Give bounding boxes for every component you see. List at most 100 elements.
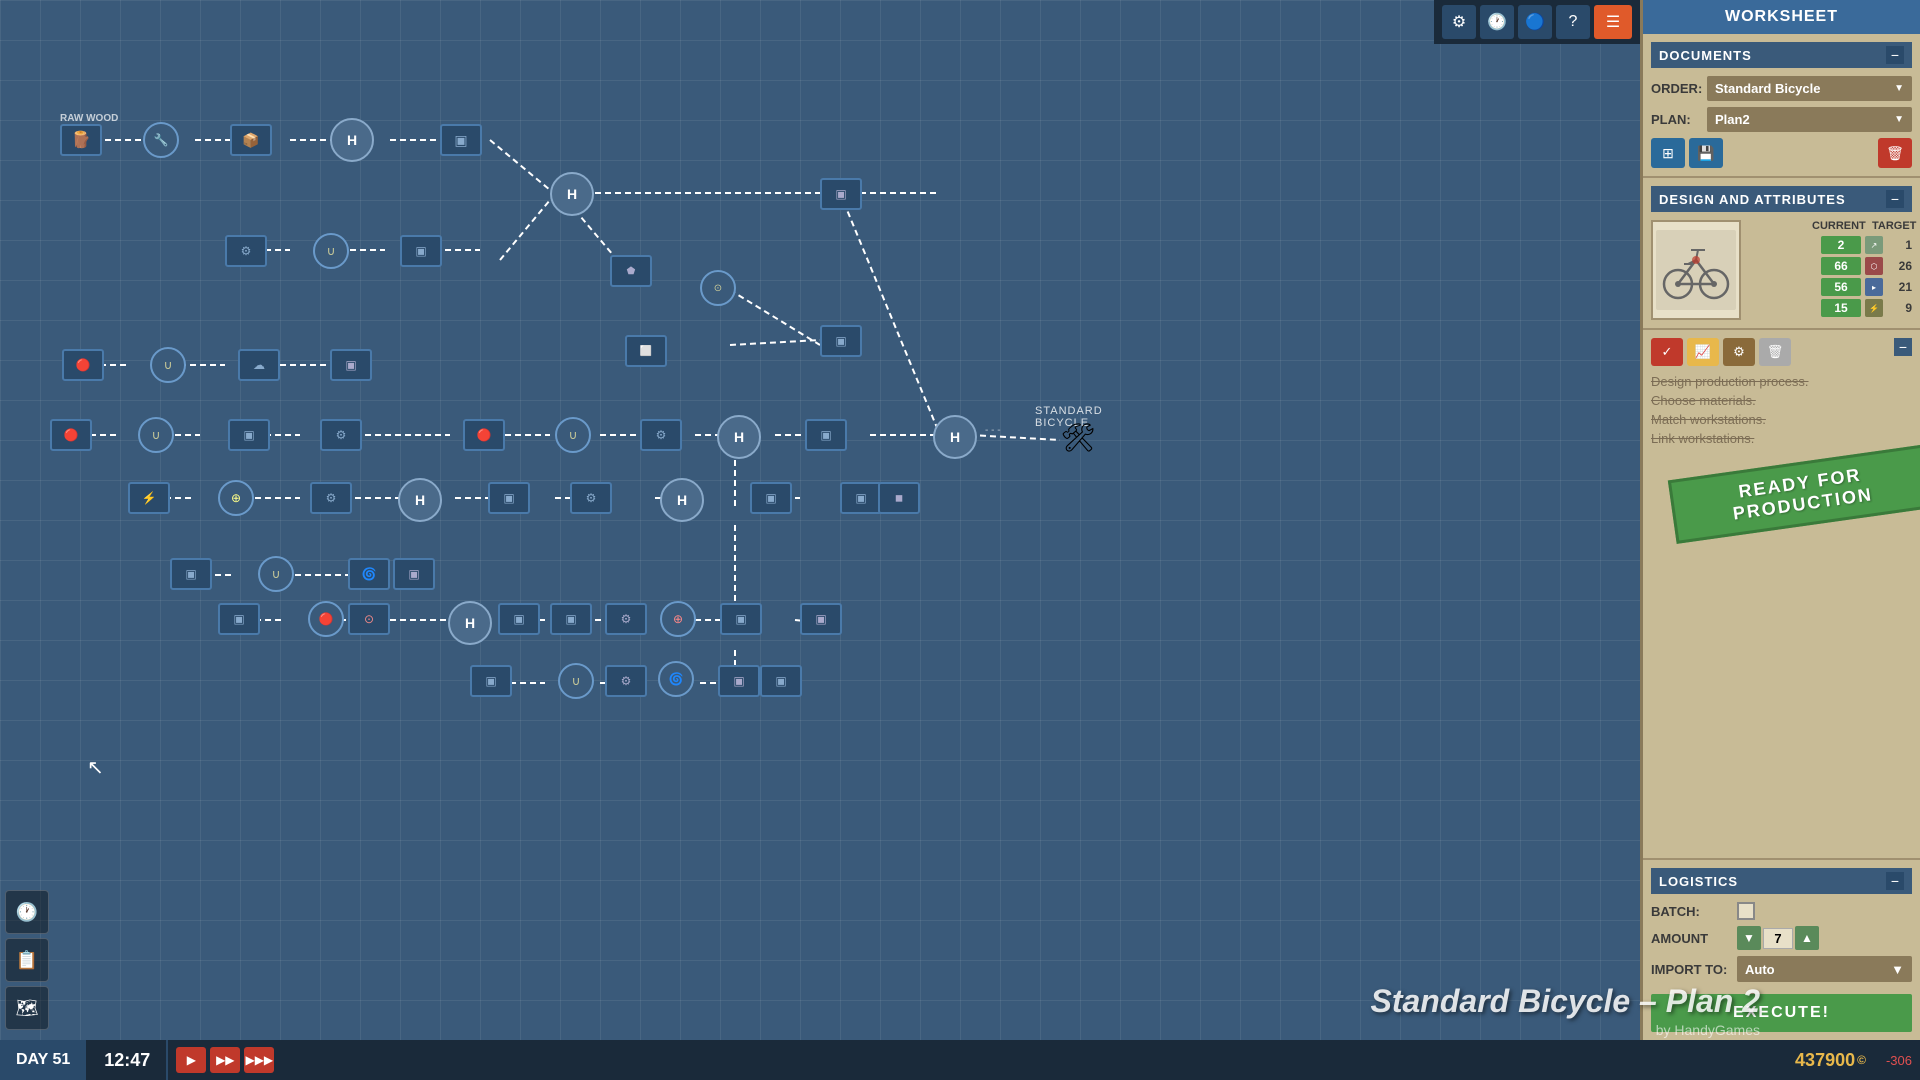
- node-r3-3[interactable]: ☁: [238, 349, 280, 381]
- node-r8-4[interactable]: 🌀: [658, 661, 694, 697]
- node-r5-2[interactable]: ⊕: [218, 480, 254, 516]
- node-r6-3[interactable]: 🌀: [348, 558, 390, 590]
- stat-current-1: 2: [1821, 236, 1861, 254]
- hub-r5-1[interactable]: H: [398, 478, 442, 522]
- amount-increase-btn[interactable]: ▲: [1795, 926, 1819, 950]
- clipboard-icon-btn[interactable]: 📋: [5, 938, 49, 982]
- amount-value: 7: [1763, 928, 1793, 949]
- play-btn[interactable]: ▶: [176, 1047, 206, 1073]
- node-r7-8[interactable]: ▣: [720, 603, 762, 635]
- clock-btn[interactable]: 🕐: [1480, 5, 1514, 39]
- clock-icon-btn[interactable]: 🕐: [5, 890, 49, 934]
- node-r4-3[interactable]: ▣: [228, 419, 270, 451]
- task-tab-settings[interactable]: ⚙: [1723, 338, 1755, 366]
- node-r4-6[interactable]: ∪: [555, 417, 591, 453]
- order-label: ORDER:: [1651, 81, 1701, 96]
- task-tab-chart[interactable]: 📈: [1687, 338, 1719, 366]
- amount-decrease-btn[interactable]: ▼: [1737, 926, 1761, 950]
- design-collapse-btn[interactable]: −: [1886, 190, 1904, 208]
- fast-forward-btn[interactable]: ▶▶: [210, 1047, 240, 1073]
- node-r8-6[interactable]: ▣: [760, 665, 802, 697]
- node-r8-5[interactable]: ▣: [718, 665, 760, 697]
- node-r7-6[interactable]: ⚙: [605, 603, 647, 635]
- node-r3-2[interactable]: ∪: [150, 347, 186, 383]
- skip-btn[interactable]: ▶▶▶: [244, 1047, 274, 1073]
- task-tab-delete[interactable]: 🗑: [1759, 338, 1791, 366]
- node-r4-4[interactable]: ⚙: [320, 419, 362, 451]
- settings-btn[interactable]: ⚙: [1442, 5, 1476, 39]
- hub-r7-1[interactable]: H: [448, 601, 492, 645]
- workflow-canvas[interactable]: RAW WOOD STANDARD BICYCLE 🪵 🔧 📦 H ▣ H ▣ …: [0, 0, 1140, 1080]
- node-r6-1[interactable]: ▣: [170, 558, 212, 590]
- worksheet-header: WORKSHEET: [1643, 0, 1920, 34]
- node-r2-3[interactable]: ▣: [400, 235, 442, 267]
- node-r3-4[interactable]: ▣: [330, 349, 372, 381]
- node-r7-7[interactable]: ⊕: [660, 601, 696, 637]
- order-dropdown[interactable]: Standard Bicycle ▼: [1707, 76, 1912, 101]
- end-product[interactable]: 🛠: [1053, 415, 1103, 460]
- node-r2-1[interactable]: ⚙: [225, 235, 267, 267]
- node-r7-5[interactable]: ▣: [550, 603, 592, 635]
- hub-r5-2[interactable]: H: [660, 478, 704, 522]
- node-r5-4[interactable]: ▣: [488, 482, 530, 514]
- node-r1-3[interactable]: 📦: [230, 124, 272, 156]
- hub-main-1[interactable]: H: [550, 172, 594, 216]
- node-r2-2[interactable]: ∪: [313, 233, 349, 269]
- plan-title: Standard Bicycle – Plan 2: [1371, 983, 1761, 1020]
- node-r6-4[interactable]: ▣: [393, 558, 435, 590]
- stat-row-2: 66 ⬡ 26: [1749, 257, 1912, 275]
- task-item-3: Match workstations.: [1651, 412, 1912, 427]
- node-r4-8[interactable]: ▣: [805, 419, 847, 451]
- node-r5-3[interactable]: ⚙: [310, 482, 352, 514]
- design-image: [1651, 220, 1741, 320]
- node-hub-right[interactable]: ▣: [820, 178, 862, 210]
- task-tab-checklist[interactable]: ✓: [1651, 338, 1683, 366]
- node-r2-4[interactable]: ⬟: [610, 255, 652, 287]
- node-r1-4[interactable]: ▣: [440, 124, 482, 156]
- node-r7-3[interactable]: ⊙: [348, 603, 390, 635]
- node-r1-2[interactable]: 🔧: [143, 122, 179, 158]
- node-r4-2[interactable]: ∪: [138, 417, 174, 453]
- help-btn[interactable]: ?: [1556, 5, 1590, 39]
- batch-label: BATCH:: [1651, 904, 1731, 919]
- node-r5-8[interactable]: ◼: [878, 482, 920, 514]
- node-r4-5[interactable]: 🔴: [463, 419, 505, 451]
- stat-row-3: 56 ▸ 21: [1749, 278, 1912, 296]
- node-r5-7[interactable]: ▣: [840, 482, 882, 514]
- hub-r4-1[interactable]: H: [717, 415, 761, 459]
- map-btn[interactable]: 🔵: [1518, 5, 1552, 39]
- doc-delete-btn[interactable]: 🗑: [1878, 138, 1912, 168]
- import-dropdown[interactable]: Auto ▼: [1737, 956, 1912, 982]
- node-r2-7[interactable]: ⬜: [625, 335, 667, 367]
- node-r4-7[interactable]: ⚙: [640, 419, 682, 451]
- batch-checkbox[interactable]: [1737, 902, 1755, 920]
- logistics-collapse-btn[interactable]: −: [1886, 872, 1904, 890]
- ready-stamp: READY FOR PRODUCTION: [1668, 444, 1920, 544]
- node-r5-6[interactable]: ▣: [750, 482, 792, 514]
- documents-collapse-btn[interactable]: −: [1886, 46, 1904, 64]
- node-r1-hub[interactable]: H: [330, 118, 374, 162]
- node-r2-6[interactable]: ▣: [820, 325, 862, 357]
- day-display: DAY 51: [0, 1040, 88, 1080]
- node-r4-1[interactable]: 🔴: [50, 419, 92, 451]
- menu-btn[interactable]: ☰: [1594, 5, 1632, 39]
- node-r8-2[interactable]: ∪: [558, 663, 594, 699]
- blueprint-icon-btn[interactable]: 🗺: [5, 986, 49, 1030]
- node-r8-1[interactable]: ▣: [470, 665, 512, 697]
- node-r8-3[interactable]: ⚙: [605, 665, 647, 697]
- doc-save-btn[interactable]: 💾: [1689, 138, 1723, 168]
- node-r7-9[interactable]: ▣: [800, 603, 842, 635]
- node-r1-1[interactable]: 🪵: [60, 124, 102, 156]
- node-r3-1[interactable]: 🔴: [62, 349, 104, 381]
- node-r7-4[interactable]: ▣: [498, 603, 540, 635]
- node-r2-5[interactable]: ⊙: [700, 270, 736, 306]
- node-r6-2[interactable]: ∪: [258, 556, 294, 592]
- tasks-collapse-btn[interactable]: −: [1894, 338, 1912, 356]
- node-r7-1[interactable]: ▣: [218, 603, 260, 635]
- node-r5-1[interactable]: ⚡: [128, 482, 170, 514]
- doc-copy-btn[interactable]: ⊞: [1651, 138, 1685, 168]
- node-r7-2[interactable]: 🔴: [308, 601, 344, 637]
- node-r5-5[interactable]: ⚙: [570, 482, 612, 514]
- plan-dropdown[interactable]: Plan2 ▼: [1707, 107, 1912, 132]
- hub-r4-2[interactable]: H: [933, 415, 977, 459]
